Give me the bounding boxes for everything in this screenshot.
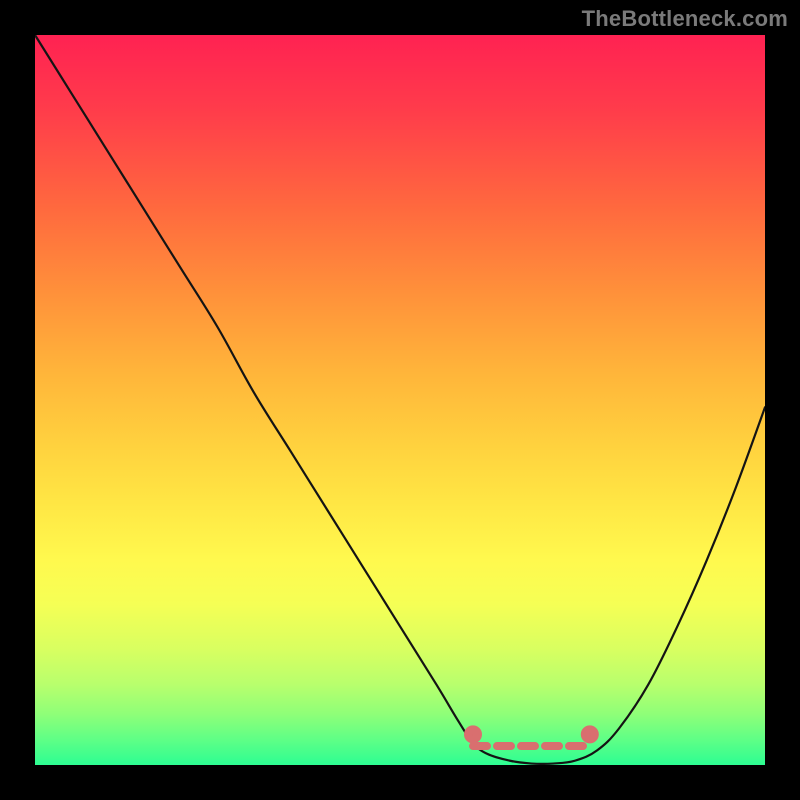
- chart-overlay-svg: [35, 35, 765, 765]
- attribution-text: TheBottleneck.com: [582, 6, 788, 32]
- optimal-range-markers: [468, 729, 595, 746]
- bottleneck-curve: [35, 35, 765, 764]
- chart-plot-area: [35, 35, 765, 765]
